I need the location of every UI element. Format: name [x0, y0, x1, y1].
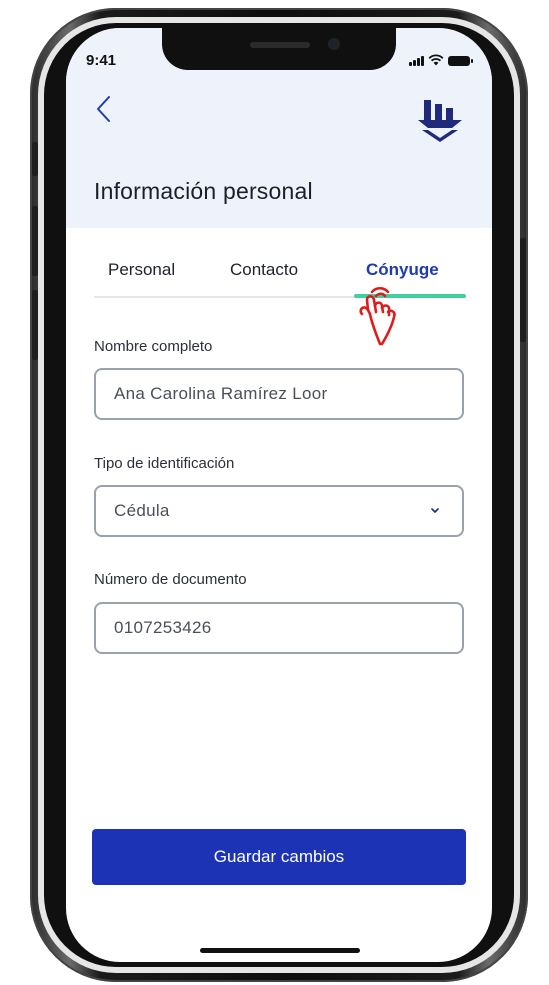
full-name-input[interactable]: Ana Carolina Ramírez Loor: [94, 368, 464, 420]
brand-logo: [418, 100, 462, 142]
chevron-down-icon: [431, 508, 439, 513]
chevron-left-icon[interactable]: [92, 94, 116, 124]
full-name-label: Nombre completo: [94, 338, 213, 355]
id-type-value: Cédula: [114, 501, 170, 520]
id-type-label: Tipo de identificación: [94, 455, 235, 472]
page-title: Información personal: [94, 178, 313, 204]
notch: [162, 28, 396, 70]
save-button[interactable]: Guardar cambios: [92, 829, 466, 885]
document-number-input[interactable]: 0107253426: [94, 602, 464, 654]
document-number-label: Número de documento: [94, 571, 247, 588]
status-time: 9:41: [86, 52, 117, 69]
tap-hand-icon: [359, 286, 396, 346]
id-type-select[interactable]: Cédula: [94, 485, 464, 537]
tab-personal[interactable]: Personal: [108, 260, 175, 280]
power-button: [520, 238, 526, 342]
home-indicator: [200, 948, 360, 953]
speaker: [250, 42, 310, 48]
front-camera: [328, 38, 340, 50]
tab-conyuge[interactable]: Cónyuge: [366, 260, 439, 280]
tab-contacto[interactable]: Contacto: [230, 260, 298, 280]
app-screen: 9:41 Información personal Personal Conta…: [66, 28, 492, 962]
tab-bar: Personal Contacto Cónyuge: [94, 260, 466, 298]
signal-icon: [409, 56, 424, 66]
status-icons: [409, 54, 473, 66]
battery-icon: [448, 56, 473, 66]
wifi-icon: [428, 54, 444, 66]
